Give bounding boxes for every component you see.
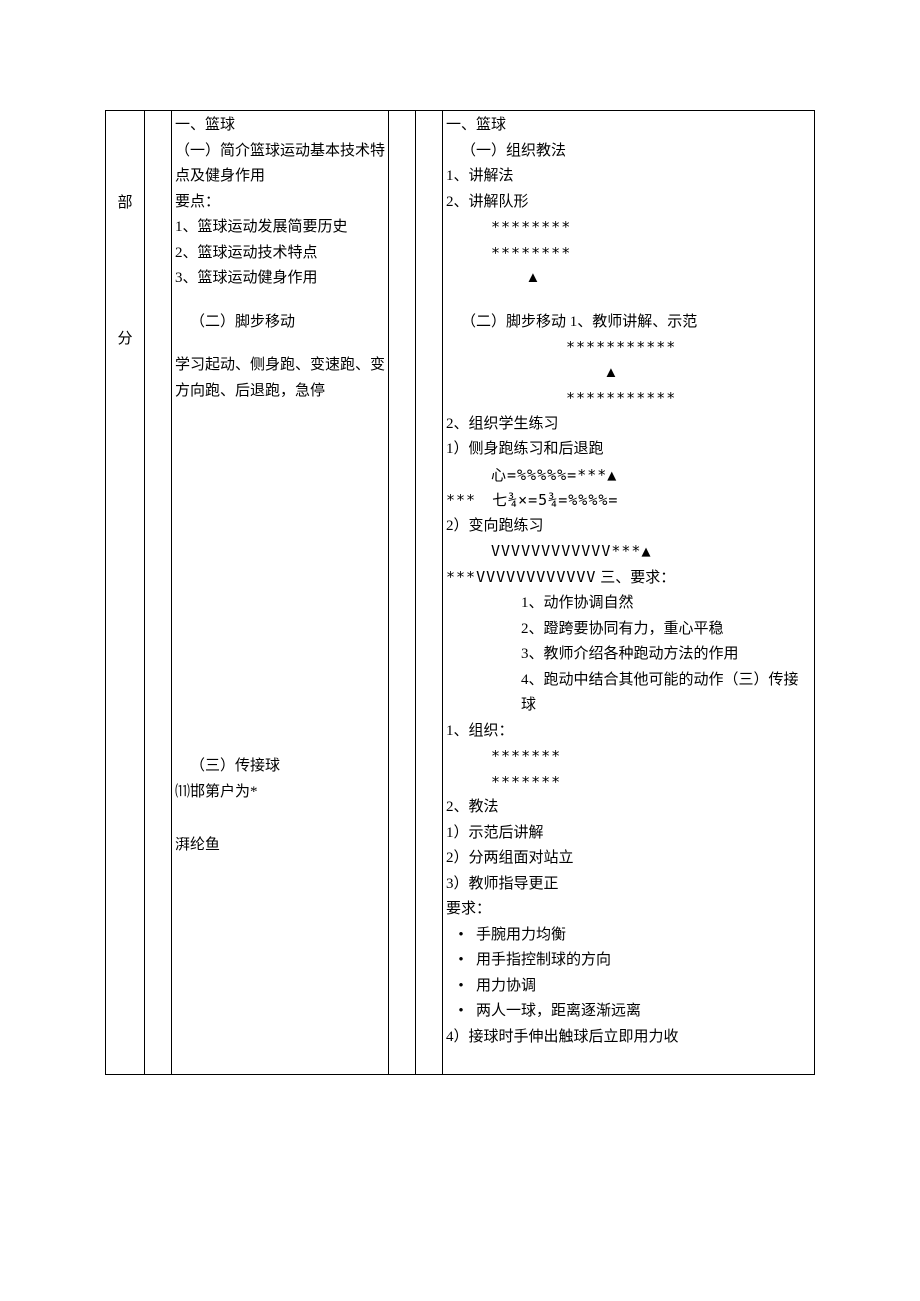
subheading: （一）组织教法 [446, 139, 811, 165]
bullet-text: 用力协调 [476, 978, 536, 994]
method-item: 2、组织学生练习 [446, 412, 811, 438]
step-item: 3）教师指导更正 [446, 872, 811, 898]
formation-row: *** 七¾×=5¾=%%%%= [446, 488, 811, 514]
bullet-text: 用手指控制球的方向 [476, 952, 611, 968]
point-item: 1、篮球运动发展简要历史 [175, 215, 385, 241]
bullet-item: •用力协调 [446, 974, 811, 1000]
bullet-dot-icon: • [446, 923, 476, 949]
bullet-dot-icon: • [446, 999, 476, 1025]
requirement-item: 3、教师介绍各种跑动方法的作用 [446, 642, 811, 668]
bullet-item: •两人一球，距离逐渐远离 [446, 999, 811, 1025]
lesson-plan-table: 部 分 一、篮球 （一）简介篮球运动基本技术特点及健身作用 要点： 1、篮球运动… [105, 110, 815, 1075]
garbled-text: ⑾邯第户为* [175, 780, 385, 806]
requirement-item: 1、动作协调自然 [446, 591, 811, 617]
subheading: （二）脚步移动 1、教师讲解、示范 [446, 310, 811, 336]
teach-item: 2、教法 [446, 795, 811, 821]
teacher-marker: ▲ [446, 266, 811, 292]
practice-item: 1）侧身跑练习和后退跑 [446, 437, 811, 463]
formation-row: ******** [446, 241, 811, 267]
heading-1: 一、篮球 [446, 113, 811, 139]
bullet-text: 两人一球，距离逐渐远离 [476, 1003, 641, 1019]
step-item: 2）分两组面对站立 [446, 846, 811, 872]
formation-row: ***VVVVVVVVVVVV 三、要求： [446, 565, 811, 592]
requirements-title: 要求： [446, 897, 811, 923]
section-label-char: 分 [109, 327, 141, 353]
step-item: 4）接球时手伸出触球后立即用力收 [446, 1025, 811, 1051]
subheading: （二）脚步移动 [175, 310, 385, 336]
subheading: （一）简介篮球运动基本技术特点及健身作用 [175, 139, 385, 190]
point-item: 2、篮球运动技术特点 [175, 241, 385, 267]
points-label: 要点： [175, 190, 385, 216]
formation-row: ******* [446, 744, 811, 770]
content-right-cell: 一、篮球 （一）组织教法 1、讲解法 2、讲解队形 ******** *****… [443, 111, 815, 1075]
section-label-char: 部 [109, 191, 141, 217]
point-item: 3、篮球运动健身作用 [175, 266, 385, 292]
bullet-dot-icon: • [446, 974, 476, 1000]
heading-1: 一、篮球 [175, 113, 385, 139]
teacher-marker: ▲ [446, 361, 811, 387]
requirements-title: 三、要求： [596, 570, 675, 586]
bullet-item: •手腕用力均衡 [446, 923, 811, 949]
bullet-item: •用手指控制球的方向 [446, 948, 811, 974]
empty-col [145, 111, 172, 1075]
document-page: 部 分 一、篮球 （一）简介篮球运动基本技术特点及健身作用 要点： 1、篮球运动… [0, 0, 920, 1301]
formation-row: ******* [446, 770, 811, 796]
method-item: 2、讲解队形 [446, 190, 811, 216]
empty-col [389, 111, 416, 1075]
empty-col [416, 111, 443, 1075]
practice-item: 2）变向跑练习 [446, 514, 811, 540]
formation-row: *********** [446, 386, 811, 412]
bullet-dot-icon: • [446, 948, 476, 974]
step-item: 1）示范后讲解 [446, 821, 811, 847]
method-item: 1、讲解法 [446, 164, 811, 190]
formation-row: VVVVVVVVVVVV***▲ [446, 539, 811, 565]
content-left-cell: 一、篮球 （一）简介篮球运动基本技术特点及健身作用 要点： 1、篮球运动发展简要… [172, 111, 389, 1075]
formation-prefix: ***VVVVVVVVVVVV [446, 568, 596, 586]
bullet-text: 手腕用力均衡 [476, 927, 566, 943]
formation-row: ******** [446, 215, 811, 241]
org-item: 1、组织： [446, 719, 811, 745]
requirement-item: 2、蹬跨要协同有力，重心平稳 [446, 617, 811, 643]
garbled-text: 湃纶鱼 [175, 833, 385, 859]
formation-row: 心=%%%%%=***▲ [446, 463, 811, 489]
formation-row: *********** [446, 335, 811, 361]
section-label-cell: 部 分 [106, 111, 145, 1075]
requirement-item: 4、跑动中结合其他可能的动作（三）传接球 [446, 668, 811, 719]
body-text: 学习起动、侧身跑、变速跑、变方向跑、后退跑，急停 [175, 353, 385, 404]
subheading: （三）传接球 [175, 754, 385, 780]
